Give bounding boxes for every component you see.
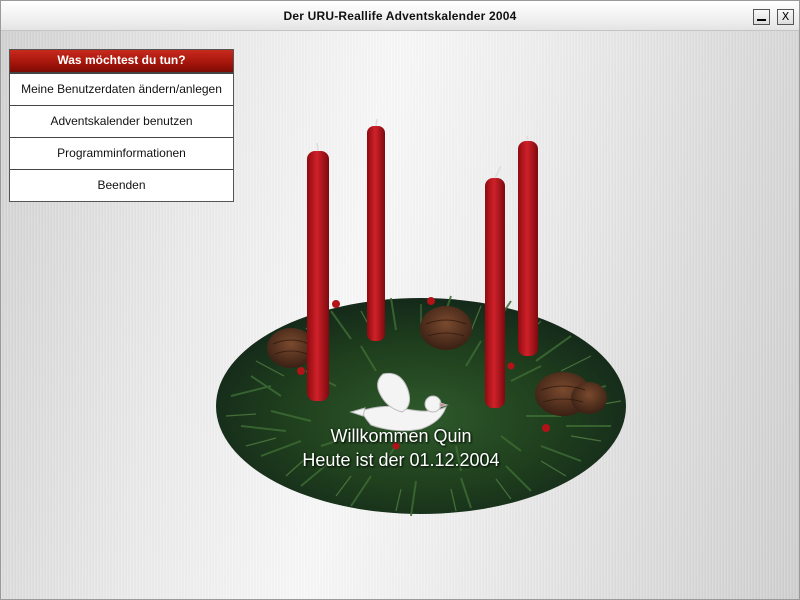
advent-wreath-image — [211, 116, 641, 536]
app-window: Der URU-Reallife Adventskalender 2004 X … — [0, 0, 800, 600]
window-title: Der URU-Reallife Adventskalender 2004 — [283, 9, 517, 23]
menu-item-program-info[interactable]: Programminformationen — [10, 137, 233, 169]
title-bar[interactable]: Der URU-Reallife Adventskalender 2004 X — [1, 1, 799, 31]
welcome-message: Willkommen Quin — [330, 426, 472, 446]
menu-item-exit[interactable]: Beenden — [10, 169, 233, 201]
close-button[interactable]: X — [777, 9, 794, 25]
menu-header: Was möchtest du tun? — [10, 50, 233, 73]
minimize-icon — [757, 19, 766, 21]
minimize-button[interactable] — [753, 9, 770, 25]
date-message: Heute ist der 01.12.2004 — [302, 450, 500, 470]
menu-item-edit-user[interactable]: Meine Benutzerdaten ändern/anlegen — [10, 73, 233, 105]
action-menu: Was möchtest du tun? Meine Benutzerdaten… — [9, 49, 234, 202]
menu-item-use-calendar[interactable]: Adventskalender benutzen — [10, 105, 233, 137]
close-icon: X — [781, 10, 790, 23]
